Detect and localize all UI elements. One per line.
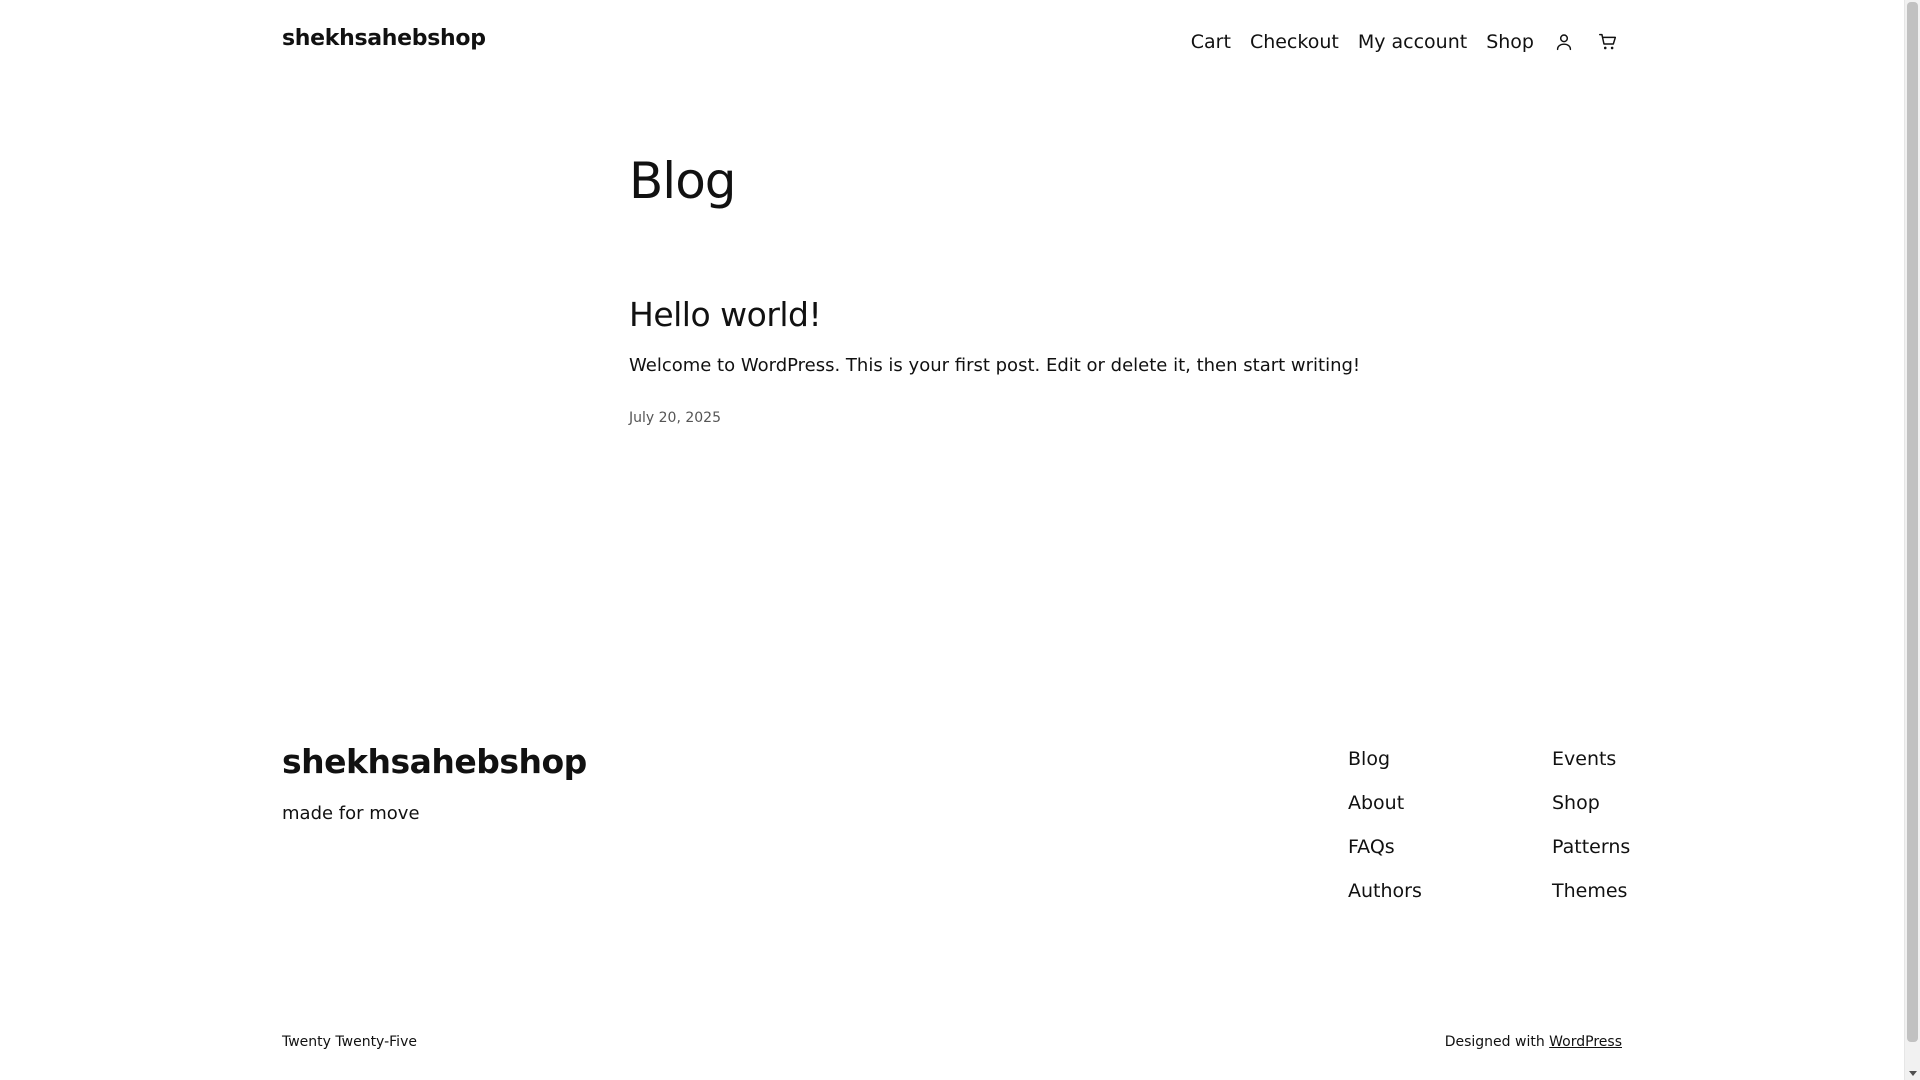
footer-links-column-1: Blog About FAQs Authors — [1348, 746, 1422, 922]
mini-cart-button[interactable] — [1594, 28, 1622, 56]
post-excerpt: Welcome to WordPress. This is your first… — [629, 355, 1361, 376]
page: shekhsahebshop Cart Checkout My account … — [0, 0, 1904, 1080]
nav-item-cart[interactable]: Cart — [1191, 31, 1231, 53]
footer-link-blog[interactable]: Blog — [1348, 746, 1422, 790]
theme-credit: Twenty Twenty-Five — [282, 1034, 417, 1050]
nav-item-checkout[interactable]: Checkout — [1250, 31, 1339, 53]
footer-link-authors[interactable]: Authors — [1348, 878, 1422, 922]
nav-item-shop[interactable]: Shop — [1486, 31, 1534, 53]
footer-link-patterns[interactable]: Patterns — [1552, 834, 1630, 878]
scroll-down-arrow-icon[interactable] — [1909, 1071, 1917, 1076]
designed-with-text: Designed with — [1444, 1034, 1545, 1050]
footer-link-faqs[interactable]: FAQs — [1348, 834, 1422, 878]
post-title-link[interactable]: Hello world! — [629, 294, 822, 336]
nav-item-my-account[interactable]: My account — [1358, 31, 1467, 53]
footer-link-shop[interactable]: Shop — [1552, 790, 1630, 834]
footer-link-themes[interactable]: Themes — [1552, 878, 1630, 922]
cart-icon — [1599, 33, 1617, 50]
primary-navigation: Cart Checkout My account Shop — [1172, 28, 1622, 56]
footer-links-column-2: Events Shop Patterns Themes — [1552, 746, 1630, 922]
footer-site-title[interactable]: shekhsahebshop — [282, 742, 587, 781]
designed-with-credit: Designed with WordPress — [1445, 1034, 1622, 1050]
account-button[interactable] — [1550, 28, 1578, 56]
wordpress-link[interactable]: WordPress — [1549, 1034, 1622, 1050]
user-icon — [1556, 34, 1572, 51]
footer-link-about[interactable]: About — [1348, 790, 1422, 834]
page-title: Blog — [629, 152, 737, 210]
site-title-link[interactable]: shekhsahebshop — [282, 26, 486, 51]
footer-tagline: made for move — [282, 803, 420, 824]
vertical-scrollbar[interactable] — [1904, 0, 1920, 1080]
post-date: July 20, 2025 — [629, 410, 721, 426]
scrollbar-thumb[interactable] — [1907, 2, 1918, 1042]
footer-link-events[interactable]: Events — [1552, 746, 1630, 790]
